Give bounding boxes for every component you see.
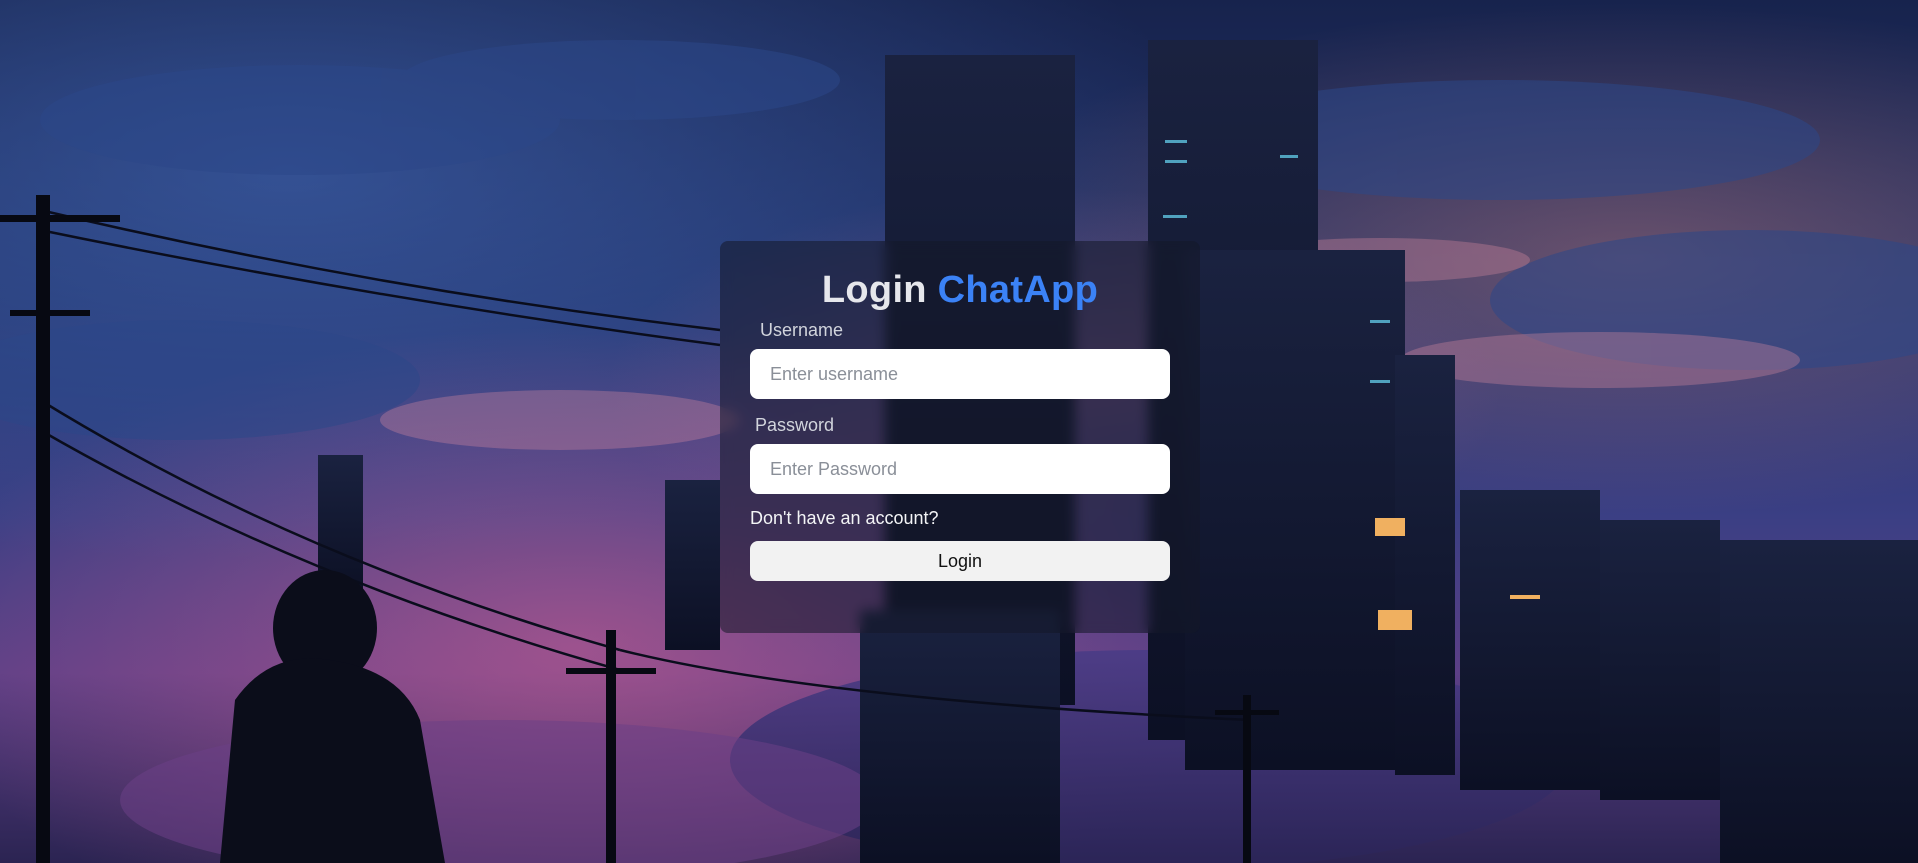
password-label: Password [755, 415, 835, 435]
signup-link[interactable]: Don't have an account? [750, 508, 939, 529]
password-input[interactable] [750, 444, 1170, 494]
title-prefix: Login [821, 269, 927, 311]
login-card: Login ChatApp Username Password Don't ha… [720, 241, 1200, 633]
login-title: Login ChatApp [750, 269, 1170, 312]
username-input[interactable] [750, 349, 1170, 399]
title-brand: ChatApp [937, 269, 1099, 311]
username-label: Username [760, 320, 844, 340]
login-button[interactable]: Login [750, 541, 1170, 581]
